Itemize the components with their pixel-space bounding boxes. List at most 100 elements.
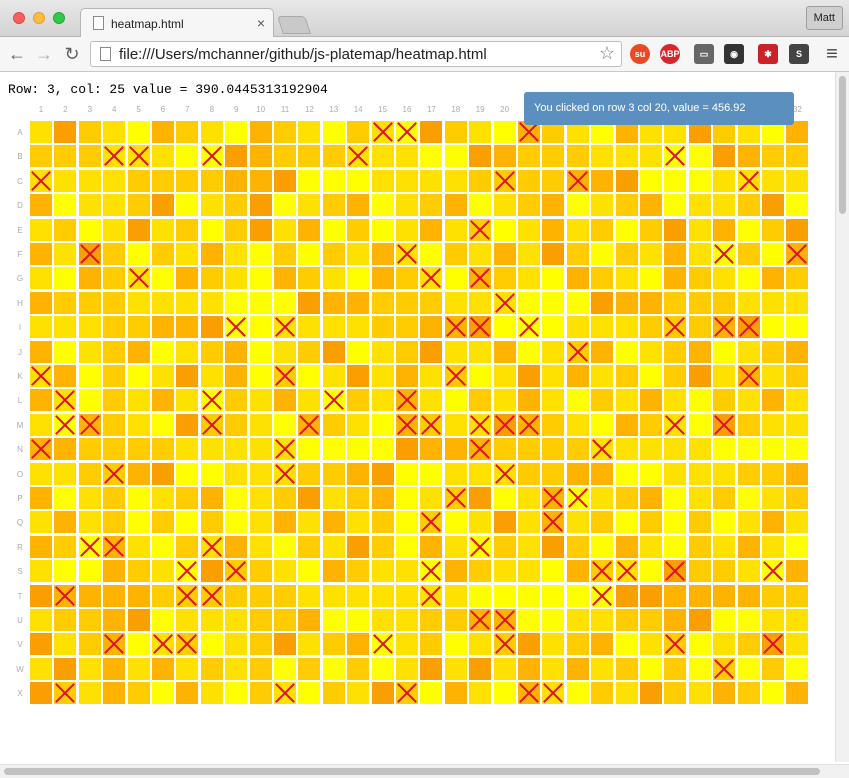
well[interactable] <box>712 681 737 706</box>
well[interactable] <box>151 266 175 291</box>
well[interactable] <box>248 608 273 632</box>
well[interactable] <box>151 534 175 559</box>
well[interactable] <box>395 632 419 657</box>
well[interactable] <box>53 437 78 462</box>
well[interactable] <box>273 486 297 510</box>
zoom-window-button[interactable] <box>53 12 65 24</box>
well[interactable] <box>29 315 53 340</box>
well[interactable] <box>492 583 517 608</box>
well[interactable] <box>151 364 175 388</box>
well[interactable] <box>248 656 273 681</box>
well[interactable] <box>199 510 224 535</box>
well[interactable] <box>639 632 663 657</box>
well[interactable] <box>29 120 53 144</box>
well[interactable] <box>517 559 541 584</box>
well-excluded[interactable] <box>443 315 468 340</box>
well[interactable] <box>712 559 737 584</box>
well-excluded[interactable] <box>443 364 468 388</box>
well-excluded[interactable] <box>736 315 761 340</box>
well[interactable] <box>29 510 53 535</box>
well-excluded[interactable] <box>565 339 590 364</box>
well[interactable] <box>590 364 615 388</box>
well[interactable] <box>273 339 297 364</box>
well[interactable] <box>565 290 590 315</box>
well[interactable] <box>297 242 322 266</box>
well[interactable] <box>614 656 639 681</box>
well[interactable] <box>273 168 297 193</box>
well[interactable] <box>77 193 102 218</box>
well[interactable] <box>443 437 468 462</box>
well-excluded[interactable] <box>492 608 517 632</box>
well-excluded[interactable] <box>663 559 688 584</box>
well[interactable] <box>370 437 395 462</box>
well[interactable] <box>175 608 200 632</box>
well[interactable] <box>199 168 224 193</box>
well-excluded[interactable] <box>273 437 297 462</box>
well[interactable] <box>492 534 517 559</box>
well[interactable] <box>443 632 468 657</box>
minimize-window-button[interactable] <box>33 12 45 24</box>
well[interactable] <box>492 388 517 413</box>
well[interactable] <box>29 583 53 608</box>
well[interactable] <box>419 242 444 266</box>
well[interactable] <box>761 656 785 681</box>
well[interactable] <box>395 510 419 535</box>
well[interactable] <box>77 120 102 144</box>
well[interactable] <box>492 193 517 218</box>
well[interactable] <box>224 486 249 510</box>
well[interactable] <box>736 510 761 535</box>
well[interactable] <box>370 534 395 559</box>
well[interactable] <box>224 681 249 706</box>
well[interactable] <box>175 266 200 291</box>
well[interactable] <box>419 437 444 462</box>
lastpass-icon[interactable]: ✱ <box>758 44 778 64</box>
well[interactable] <box>297 461 322 486</box>
well[interactable] <box>126 486 151 510</box>
well[interactable] <box>492 656 517 681</box>
well[interactable] <box>712 168 737 193</box>
well[interactable] <box>785 608 810 632</box>
well[interactable] <box>151 437 175 462</box>
well[interactable] <box>712 608 737 632</box>
well[interactable] <box>761 388 785 413</box>
well[interactable] <box>175 437 200 462</box>
well[interactable] <box>614 412 639 437</box>
well[interactable] <box>346 486 371 510</box>
well[interactable] <box>102 412 127 437</box>
well[interactable] <box>346 388 371 413</box>
well[interactable] <box>736 217 761 242</box>
well[interactable] <box>517 242 541 266</box>
well[interactable] <box>639 193 663 218</box>
well-excluded[interactable] <box>468 412 493 437</box>
well-excluded[interactable] <box>53 583 78 608</box>
well[interactable] <box>565 315 590 340</box>
well[interactable] <box>77 388 102 413</box>
well[interactable] <box>468 681 493 706</box>
well[interactable] <box>663 193 688 218</box>
well[interactable] <box>614 534 639 559</box>
well[interactable] <box>492 144 517 169</box>
well[interactable] <box>736 486 761 510</box>
well[interactable] <box>565 656 590 681</box>
well[interactable] <box>590 388 615 413</box>
well[interactable] <box>541 242 566 266</box>
well[interactable] <box>419 608 444 632</box>
well[interactable] <box>126 339 151 364</box>
well-excluded[interactable] <box>273 461 297 486</box>
well[interactable] <box>712 217 737 242</box>
well[interactable] <box>224 437 249 462</box>
well[interactable] <box>492 559 517 584</box>
well[interactable] <box>492 681 517 706</box>
well[interactable] <box>321 217 346 242</box>
well[interactable] <box>614 583 639 608</box>
well[interactable] <box>565 388 590 413</box>
well[interactable] <box>151 193 175 218</box>
well[interactable] <box>224 144 249 169</box>
well[interactable] <box>321 290 346 315</box>
well[interactable] <box>102 388 127 413</box>
well[interactable] <box>395 193 419 218</box>
well[interactable] <box>663 486 688 510</box>
well[interactable] <box>248 681 273 706</box>
well[interactable] <box>248 632 273 657</box>
well[interactable] <box>273 144 297 169</box>
